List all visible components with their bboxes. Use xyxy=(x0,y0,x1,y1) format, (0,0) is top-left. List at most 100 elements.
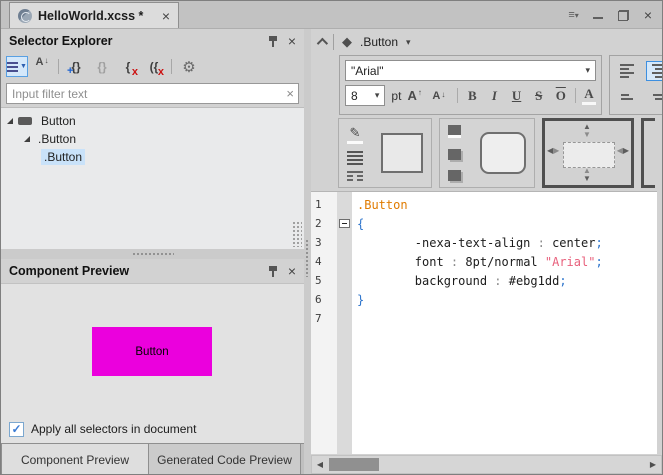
separator xyxy=(575,88,576,103)
selector-header-row: ◆ .Button ▾ xyxy=(311,29,662,55)
code-line-5[interactable]: 5 background : #ebg1dd; xyxy=(311,271,657,290)
align-center-button[interactable] xyxy=(646,61,662,81)
edit-pencil-icon[interactable]: ✎ xyxy=(347,125,363,144)
panel-close-icon[interactable]: × xyxy=(288,34,296,48)
selector-explorer-panel: Selector Explorer × ▼ A↓ xyxy=(1,29,304,249)
check-icon: ✓ xyxy=(11,422,21,436)
font-color-button[interactable]: A xyxy=(582,86,596,105)
add-selector-button[interactable]: {} + xyxy=(65,56,87,77)
window-list-icon[interactable]: ≡▾ xyxy=(568,9,577,21)
align-left-button[interactable] xyxy=(614,61,640,81)
sort-by-name-button[interactable]: A↓ xyxy=(32,56,52,77)
preview-button[interactable]: Button xyxy=(92,327,212,376)
component-icon xyxy=(18,117,32,125)
tab-generated-code-preview[interactable]: Generated Code Preview xyxy=(149,444,301,475)
tree-item-dot-Button[interactable]: .Button xyxy=(1,148,304,166)
strikethrough-button[interactable]: S xyxy=(531,88,547,104)
code-line-1[interactable]: 1.Button xyxy=(311,195,657,214)
code-text: { xyxy=(352,217,364,231)
zoom-style-icon[interactable] xyxy=(448,149,461,160)
increase-font-button[interactable]: A↑ xyxy=(407,88,426,103)
decrease-font-button[interactable]: A↓ xyxy=(432,90,451,102)
padding-right-arrows[interactable]: ◀▶ xyxy=(617,147,629,155)
code-line-7[interactable]: 7 xyxy=(311,309,657,328)
overline-button[interactable]: O xyxy=(553,88,569,104)
shadow-style-icon[interactable] xyxy=(448,170,461,181)
padding-bottom-arrows[interactable]: ▲▼ xyxy=(583,167,591,183)
splitter-grip xyxy=(305,239,310,277)
expander-icon[interactable] xyxy=(7,118,13,124)
border-lines-icon[interactable] xyxy=(347,151,367,165)
code-line-2[interactable]: 2{ xyxy=(311,214,657,233)
filter-row: × xyxy=(1,80,304,107)
vertical-splitter[interactable] xyxy=(304,29,311,475)
code-line-3[interactable]: 3 -nexa-text-align : center; xyxy=(311,233,657,252)
resize-grip[interactable] xyxy=(292,221,302,247)
fill-style-icon[interactable] xyxy=(448,125,461,138)
corner-style-group[interactable] xyxy=(439,118,535,188)
collapse-chevron-icon[interactable] xyxy=(317,38,328,49)
clear-filter-icon[interactable]: × xyxy=(286,86,294,101)
pin-icon[interactable] xyxy=(268,35,278,47)
selector-diamond-icon: ◆ xyxy=(342,34,352,50)
code-editor[interactable]: 1.Button2{3 -nexa-text-align : center;4 … xyxy=(311,191,657,454)
bold-button[interactable]: B xyxy=(464,88,480,104)
valign-top-button[interactable] xyxy=(614,87,640,107)
border-style-group[interactable]: ✎ xyxy=(338,118,432,188)
font-panel: "Arial" ▾ 8 ▾ pt A↑ A↓ xyxy=(339,55,602,115)
sort-order-button[interactable]: ▼ xyxy=(6,56,28,77)
code-line-6[interactable]: 6} xyxy=(311,290,657,309)
selector-dropdown-icon[interactable]: ▾ xyxy=(406,37,411,48)
close-icon[interactable]: × xyxy=(644,9,652,21)
scroll-right-icon[interactable]: ▶ xyxy=(645,460,661,469)
sort-order-icon xyxy=(7,62,18,72)
settings-gear-icon[interactable]: ⚙ xyxy=(178,56,200,77)
padding-editor-box[interactable]: ▲▼ ▲▼ ◀▶ ◀▶ xyxy=(542,118,634,188)
scroll-left-icon[interactable]: ◀ xyxy=(312,460,328,469)
tab-component-preview[interactable]: Component Preview xyxy=(1,444,149,475)
horizontal-scrollbar[interactable]: ◀ ▶ xyxy=(311,455,662,474)
valign-middle-button[interactable] xyxy=(646,87,662,107)
font-size-combo[interactable]: 8 ▾ xyxy=(345,85,385,106)
code-line-4[interactable]: 4 font : 8pt/normal "Arial"; xyxy=(311,252,657,271)
tree-item-label: .Button xyxy=(35,131,79,147)
line-number: 5 xyxy=(311,274,337,287)
apply-selectors-checkbox[interactable]: ✓ xyxy=(9,422,24,437)
document-tab[interactable]: HelloWorld.xcss * × xyxy=(9,2,179,28)
border-preview-box[interactable] xyxy=(381,133,423,173)
minimize-icon[interactable] xyxy=(593,9,603,21)
scrollbar-thumb[interactable] xyxy=(329,458,379,471)
fold-collapse-icon[interactable] xyxy=(339,219,350,228)
align-center-icon xyxy=(652,64,662,78)
delete-unused-selector-button[interactable]: ({ x xyxy=(143,56,165,77)
horizontal-splitter[interactable] xyxy=(1,249,304,259)
filter-input[interactable] xyxy=(6,83,299,104)
code-text: } xyxy=(352,293,364,307)
code-text: .Button xyxy=(352,198,408,212)
rounded-border-preview-box[interactable] xyxy=(480,132,526,174)
delete-selector-button[interactable]: { x xyxy=(117,56,139,77)
expander-icon[interactable] xyxy=(24,136,30,142)
restore-icon[interactable] xyxy=(618,10,629,21)
italic-button[interactable]: I xyxy=(486,88,502,104)
font-family-combo[interactable]: "Arial" ▾ xyxy=(345,60,596,81)
pin-icon[interactable] xyxy=(268,265,278,277)
line-number: 2 xyxy=(311,217,337,230)
tree-item-Button[interactable]: Button xyxy=(1,112,304,130)
preview-tab-bar: Component Preview Generated Code Preview xyxy=(1,443,304,475)
chevron-down-icon: ▾ xyxy=(585,65,590,76)
clipped-style-group xyxy=(641,118,655,188)
style-editor-pane: ◆ .Button ▾ "Arial" ▾ 8 ▾ pt xyxy=(311,29,662,475)
padding-left-arrows[interactable]: ◀▶ xyxy=(547,147,559,155)
code-text: -nexa-text-align : center; xyxy=(352,236,603,250)
tree-item-dot-Button[interactable]: .Button xyxy=(1,130,304,148)
padding-top-arrows[interactable]: ▲▼ xyxy=(583,123,591,139)
dashed-lines-icon[interactable] xyxy=(347,171,367,181)
toolbar-separator xyxy=(171,59,172,74)
panel-close-icon[interactable]: × xyxy=(288,264,296,278)
padding-inner-rect[interactable] xyxy=(563,142,615,168)
line-number: 6 xyxy=(311,293,337,306)
tab-close-icon[interactable]: × xyxy=(162,9,170,23)
underline-button[interactable]: U xyxy=(509,88,525,104)
apply-selectors-row: ✓ Apply all selectors in document xyxy=(1,415,304,443)
